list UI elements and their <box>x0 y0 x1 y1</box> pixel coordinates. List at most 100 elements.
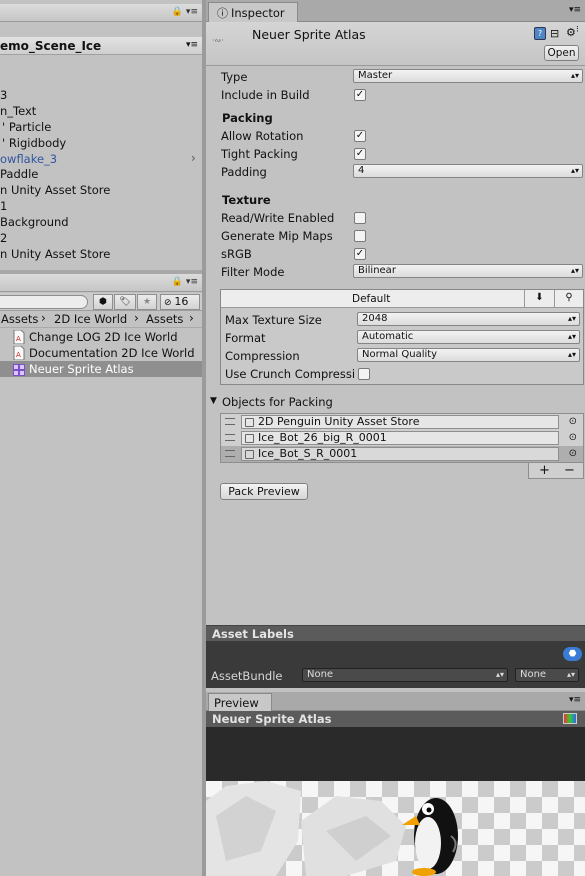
help-book-icon[interactable]: ? <box>534 27 546 40</box>
hierarchy-item[interactable]: 3 <box>0 88 7 102</box>
srgb-checkbox[interactable]: ✓ <box>354 248 366 260</box>
scene-header[interactable]: emo_Scene_Ice ▾≡ <box>0 37 202 55</box>
svg-text:A: A <box>16 351 21 359</box>
download-icon[interactable]: ⬇ <box>524 290 554 307</box>
hierarchy-item[interactable]: Paddle <box>0 167 38 181</box>
include-in-build-checkbox[interactable]: ✓ <box>354 89 366 101</box>
remove-item-button[interactable]: − <box>564 463 575 478</box>
hierarchy-item[interactable]: n Unity Asset Store <box>0 183 110 197</box>
dropdown-arrow-icon: ▴▾ <box>567 332 576 341</box>
hierarchy-item[interactable]: ' Rigidbody <box>0 136 66 150</box>
inspector-panel: ⓘ Inspector ▾≡ ·∾· Neuer Sprite Atlas ? … <box>206 0 585 876</box>
favorite-star-icon[interactable]: ★ <box>137 294 157 310</box>
tight-packing-label: Tight Packing <box>221 147 298 161</box>
assetbundle-value: None <box>307 669 334 680</box>
more-options-icon[interactable]: ⁝ <box>576 25 579 35</box>
breadcrumb-item[interactable]: Assets <box>146 312 183 326</box>
info-icon: ⓘ <box>217 7 228 20</box>
asset-row-selected[interactable]: Neuer Sprite Atlas <box>0 361 202 377</box>
padding-dropdown[interactable]: 4 ▴▾ <box>353 164 583 178</box>
type-dropdown[interactable]: Master ▴▾ <box>353 69 583 83</box>
assetbundle-dropdown[interactable]: None ▴▾ <box>302 668 508 682</box>
asset-labels-section: ⬣ AssetBundle None ▴▾ None ▴▾ <box>206 641 585 688</box>
svg-text:A: A <box>16 335 21 343</box>
drag-handle-icon[interactable] <box>225 418 235 425</box>
list-item-selected[interactable]: Ice_Bot_S_R_0001 ⊙ <box>221 446 583 462</box>
object-name: 2D Penguin Unity Asset Store <box>258 415 420 428</box>
panel-lock-menu-icon[interactable]: 🔒 ▾≡ <box>172 7 198 17</box>
platform-settings: Default ⬇ ⚲ Max Texture Size 2048 ▴▾ Form… <box>220 289 584 385</box>
read-write-checkbox[interactable] <box>354 212 366 224</box>
object-field[interactable]: Ice_Bot_S_R_0001 <box>241 447 559 461</box>
drag-handle-icon[interactable] <box>225 450 235 457</box>
object-field[interactable]: 2D Penguin Unity Asset Store <box>241 415 559 429</box>
hierarchy-item[interactable]: 2 <box>0 231 7 245</box>
atlas-sprites-image <box>206 781 458 876</box>
hierarchy-item-prefab[interactable]: owflake_3 <box>0 152 57 166</box>
asset-labels-header: Asset Labels <box>206 625 585 641</box>
filter-mode-value: Bilinear <box>358 265 396 276</box>
chevron-right-icon[interactable]: › <box>191 151 196 165</box>
list-add-remove: + − <box>528 463 584 479</box>
assetbundle-variant-dropdown[interactable]: None ▴▾ <box>515 668 579 682</box>
asset-row[interactable]: A Documentation 2D Ice World <box>0 345 202 361</box>
drag-handle-icon[interactable] <box>225 434 235 441</box>
list-item[interactable]: 2D Penguin Unity Asset Store ⊙ <box>221 414 583 430</box>
filter-by-type-icon[interactable]: ⬢ <box>93 294 113 310</box>
breadcrumb-item[interactable]: 2D Ice World <box>54 312 127 326</box>
hierarchy-item[interactable]: Background <box>0 215 69 229</box>
include-in-build-label: Include in Build <box>221 88 310 102</box>
format-value: Automatic <box>362 331 414 342</box>
tight-packing-checkbox[interactable]: ✓ <box>354 148 366 160</box>
inspector-tab-bar: ⓘ Inspector ▾≡ <box>206 0 585 22</box>
add-item-button[interactable]: + <box>539 463 550 478</box>
search-input[interactable] <box>0 295 88 309</box>
filter-by-label-icon[interactable]: 🏷 <box>114 294 136 310</box>
compression-label: Compression <box>225 349 300 363</box>
android-icon[interactable]: ⚲ <box>554 290 583 307</box>
asset-row[interactable]: A Change LOG 2D Ice World <box>0 329 202 345</box>
pack-preview-button[interactable]: Pack Preview <box>220 483 308 500</box>
gear-icon[interactable]: ⚙ <box>566 26 576 39</box>
object-field[interactable]: Ice_Bot_26_big_R_0001 <box>241 431 559 445</box>
packing-header: Packing <box>222 111 273 125</box>
filter-mode-dropdown[interactable]: Bilinear ▴▾ <box>353 264 583 278</box>
max-size-dropdown[interactable]: 2048 ▴▾ <box>357 312 580 326</box>
label-tag-icon[interactable]: ⬣ <box>563 647 582 661</box>
object-name: Ice_Bot_S_R_0001 <box>258 447 358 460</box>
list-item[interactable]: Ice_Bot_26_big_R_0001 ⊙ <box>221 430 583 446</box>
object-picker-icon[interactable]: ⊙ <box>569 432 577 443</box>
assetbundle-label: AssetBundle <box>211 669 283 683</box>
tab-inspector[interactable]: ⓘ Inspector <box>208 2 298 22</box>
breadcrumb-item[interactable]: Assets <box>1 312 38 326</box>
scene-menu-icon[interactable]: ▾≡ <box>186 40 198 50</box>
hierarchy-item[interactable]: n_Text <box>0 104 36 118</box>
compression-dropdown[interactable]: Normal Quality ▴▾ <box>357 348 580 362</box>
breadcrumb-separator-icon: › <box>134 311 139 325</box>
allow-rotation-checkbox[interactable]: ✓ <box>354 130 366 142</box>
object-picker-icon[interactable]: ⊙ <box>569 448 577 459</box>
presets-icon[interactable]: ⊟ <box>550 27 559 40</box>
mip-maps-checkbox[interactable] <box>354 230 366 242</box>
tab-default[interactable]: Default <box>352 293 390 305</box>
checkmark-icon: ✓ <box>355 89 365 100</box>
hierarchy-item[interactable]: 1 <box>0 199 7 213</box>
panel-menu-icon[interactable]: ▾≡ <box>569 5 581 15</box>
object-picker-icon[interactable]: ⊙ <box>569 416 577 427</box>
foldout-arrow-icon[interactable]: ▼ <box>210 396 217 406</box>
crunch-checkbox[interactable] <box>358 368 370 380</box>
read-write-label: Read/Write Enabled <box>221 211 335 225</box>
rgb-channel-icon[interactable] <box>563 713 577 724</box>
panel-menu-icon[interactable]: ▾≡ <box>569 695 581 705</box>
hidden-packages-toggle[interactable]: ⊘ 16 <box>160 294 200 310</box>
objects-for-packing-header[interactable]: Objects for Packing <box>222 395 333 409</box>
open-button[interactable]: Open <box>544 45 579 61</box>
panel-lock-menu-icon[interactable]: 🔒 ▾≡ <box>172 277 198 287</box>
allow-rotation-label: Allow Rotation <box>221 129 304 143</box>
preview-title: Neuer Sprite Atlas <box>206 711 585 727</box>
asset-thumbnail-icon: ·∾· <box>212 36 224 45</box>
hierarchy-item[interactable]: ' Particle <box>0 120 51 134</box>
tab-preview[interactable]: Preview <box>208 693 272 711</box>
hierarchy-item[interactable]: n Unity Asset Store <box>0 247 110 261</box>
format-dropdown[interactable]: Automatic ▴▾ <box>357 330 580 344</box>
